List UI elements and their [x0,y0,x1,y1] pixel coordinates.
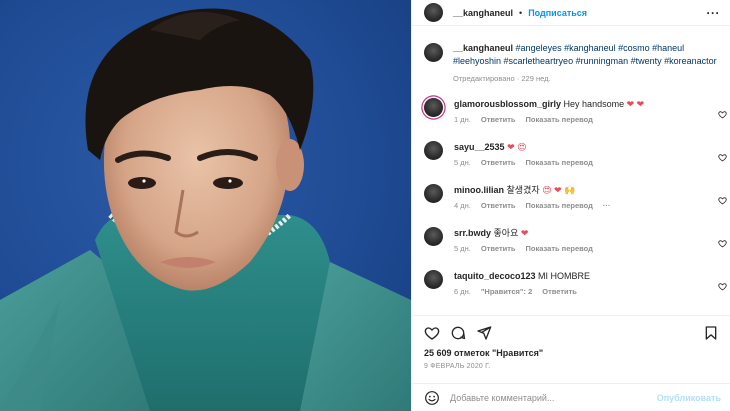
comment-like-heart-icon[interactable] [718,153,727,162]
add-comment-input[interactable] [450,392,657,403]
post-photo[interactable] [0,0,411,411]
more-icon[interactable]: ··· [707,6,721,20]
commenter-avatar[interactable] [424,226,443,246]
emoji-icon[interactable] [424,390,440,406]
comment-text: MI HOMBRE [538,270,591,281]
post-caption: __kanghaneul #angeleyes #kanghaneul #cos… [412,27,730,86]
comment-options-icon[interactable]: ··· [603,200,611,212]
comment-item: taquito_decoco123 MI HOMBRE 6 дн. "Нрави… [412,269,730,313]
author-avatar[interactable] [424,3,443,22]
commenter-username[interactable]: srr.bwdy [454,228,491,238]
commenter-avatar[interactable] [424,269,443,289]
comment-like-heart-icon[interactable] [718,239,727,248]
show-translation-button[interactable]: Показать перевод [526,243,593,255]
heart-icon[interactable] [424,325,440,341]
comment-icon[interactable] [450,325,466,341]
reply-button[interactable]: Ответить [481,200,516,212]
comment-time[interactable]: 6 дн. [454,286,471,298]
comment-item: minoo.lilian 찰생겼자 😍 ❤ 🙌 4 дн. Ответить П… [412,183,730,227]
header-separator: • [519,7,523,18]
comment-likes-count[interactable]: "Нравится": 2 [481,286,532,298]
caption-author-avatar[interactable] [424,43,443,62]
comment-emoji: ❤ ❤ [626,98,645,109]
comment-emoji: ❤ 😍 [507,141,527,152]
commenter-username[interactable]: glamorousblossom_girly [454,99,561,109]
commenter-avatar[interactable] [424,97,443,117]
comment-like-heart-icon[interactable] [718,196,727,205]
likes-count[interactable]: 25 609 отметок "Нравится" [424,348,721,358]
bookmark-icon[interactable] [703,325,719,341]
comment-item: glamorousblossom_girly Hey handsome ❤ ❤ … [412,97,730,141]
show-translation-button[interactable]: Показать перевод [526,157,593,169]
comments-list[interactable]: __kanghaneul #angeleyes #kanghaneul #cos… [412,27,730,315]
show-translation-button[interactable]: Показать перевод [526,114,593,126]
commenter-avatar[interactable] [424,183,443,203]
follow-button[interactable]: Подписаться [528,8,587,18]
comment-emoji: 😍 ❤ 🙌 [542,184,576,195]
comment-emoji: ❤ [520,227,529,238]
comment-item: srr.bwdy 좋아요 ❤ 5 дн. Ответить Показать п… [412,226,730,270]
portrait-illustration [0,8,411,411]
comment-text: Hey handsome [563,98,627,109]
comment-time[interactable]: 5 дн. [454,157,471,169]
commenter-avatar[interactable] [424,140,443,160]
comment-text: 찰생겼자 [506,184,540,195]
reply-button[interactable]: Ответить [542,286,577,298]
author-username[interactable]: __kanghaneul [453,8,513,18]
show-translation-button[interactable]: Показать перевод [526,200,593,212]
reply-button[interactable]: Ответить [481,243,516,255]
share-icon[interactable] [476,325,492,341]
comment-item: sayu__2535 ❤ 😍 5 дн. Ответить Показать п… [412,140,730,184]
instagram-post-modal: __kanghaneul • Подписаться ··· __kanghan… [0,0,730,411]
comment-like-heart-icon[interactable] [718,110,727,119]
commenter-username[interactable]: taquito_decoco123 [454,271,536,281]
reply-button[interactable]: Ответить [481,114,516,126]
caption-edited-label: Отредактировано · 229 нед. [453,74,551,83]
comment-time[interactable]: 4 дн. [454,200,471,212]
post-actions: 25 609 отметок "Нравится" 9 ФЕВРАЛЬ 2020… [412,315,730,370]
comment-text: 좋아요 [493,227,519,238]
caption-author-username[interactable]: __kanghaneul [453,43,513,53]
post-header: __kanghaneul • Подписаться ··· [412,0,730,26]
post-date: 9 ФЕВРАЛЬ 2020 Г. [424,363,491,370]
post-side-panel: __kanghaneul • Подписаться ··· __kanghan… [411,0,730,411]
commenter-username[interactable]: sayu__2535 [454,142,505,152]
publish-button[interactable]: Опубликовать [657,393,721,403]
reply-button[interactable]: Ответить [481,157,516,169]
add-comment-bar: Опубликовать [412,383,730,411]
comment-like-heart-icon[interactable] [718,282,727,291]
comment-time[interactable]: 1 дн. [454,114,471,126]
commenter-username[interactable]: minoo.lilian [454,185,504,195]
comment-time[interactable]: 5 дн. [454,243,471,255]
